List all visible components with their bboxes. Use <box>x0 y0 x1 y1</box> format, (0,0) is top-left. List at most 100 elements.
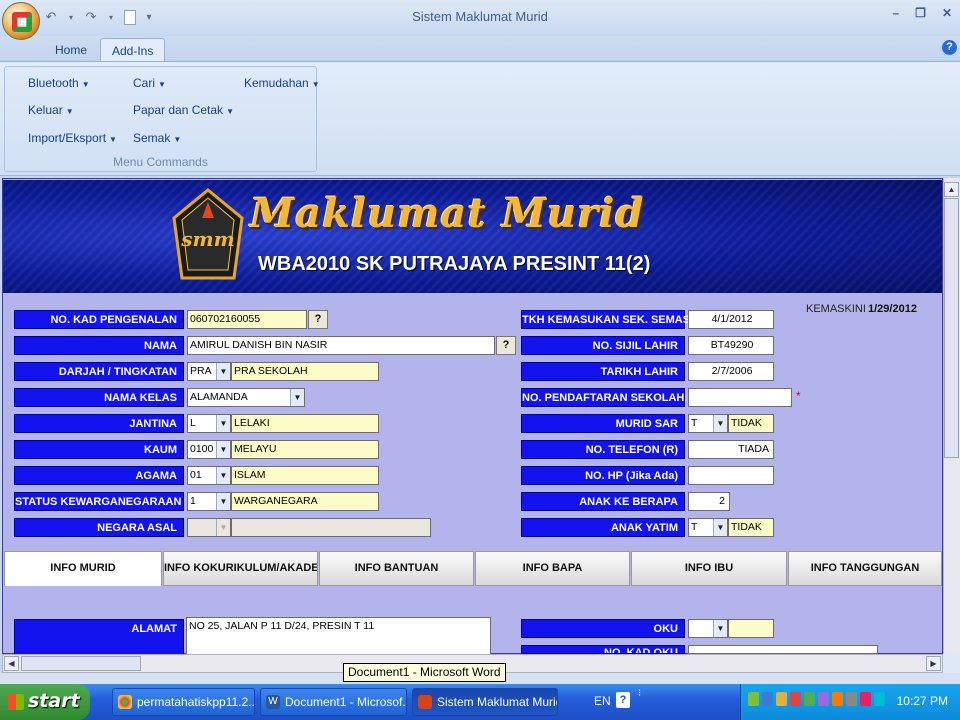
input-no-kad[interactable]: 060702160055 <box>187 310 307 329</box>
label-darjah: DARJAH / TINGKATAN <box>14 362 184 381</box>
input-nama[interactable]: AMIRUL DANISH BIN NASIR <box>187 336 495 355</box>
chevron-down-icon[interactable]: ▼ <box>216 467 230 484</box>
school-name: WBA2010 SK PUTRAJAYA PRESINT 11(2) <box>258 253 651 275</box>
volume-icon[interactable] <box>776 692 787 706</box>
tab-info-tanggungan[interactable]: INFO TANGGUNGAN <box>788 551 942 586</box>
text-kaum: MELAYU <box>231 440 379 459</box>
select-nama-kelas[interactable]: ALAMANDA ▼ <box>187 388 305 407</box>
bluetooth-icon[interactable] <box>762 692 773 706</box>
network-icon[interactable] <box>748 692 759 706</box>
select-kaum[interactable]: 0100 ▼ <box>187 440 231 459</box>
tab-home[interactable]: Home <box>44 38 98 62</box>
select-anak-yatim[interactable]: T ▼ <box>688 518 728 537</box>
lookup-button-nama[interactable]: ? <box>496 336 516 355</box>
chevron-down-icon[interactable]: ▼ <box>713 519 727 536</box>
chevron-down-icon[interactable]: ▼ <box>216 415 230 432</box>
menu-papar-dan-cetak[interactable]: Papar dan Cetak ▼ <box>133 103 234 117</box>
menu-import-eksport[interactable]: Import/Eksport ▼ <box>28 131 117 145</box>
input-tarikh-lahir[interactable]: 2/7/2006 <box>688 362 774 381</box>
select-oku[interactable]: ▼ <box>688 619 728 638</box>
antivirus-icon[interactable] <box>804 692 815 706</box>
select-agama[interactable]: 01 ▼ <box>187 466 231 485</box>
select-negara-asal[interactable]: ▼ <box>187 518 231 537</box>
text-agama: ISLAM <box>231 466 379 485</box>
update-icon[interactable] <box>832 692 843 706</box>
chevron-down-icon[interactable]: ▼ <box>290 389 304 406</box>
input-no-telefon[interactable]: TIADA <box>688 440 774 459</box>
restore-icon[interactable]: ❐ <box>915 6 926 20</box>
tab-info-bantuan[interactable]: INFO BANTUAN <box>319 551 474 586</box>
security-icon[interactable] <box>790 692 801 706</box>
label-anak-yatim: ANAK YATIM <box>521 518 685 537</box>
tab-info-kokurikulum[interactable]: INFO KOKURIKULUM/AKADEMIK <box>163 551 318 586</box>
display-icon[interactable] <box>818 692 829 706</box>
label-oku: OKU <box>521 619 685 638</box>
banner-title: Maklumat Murid <box>250 190 645 237</box>
input-no-hp[interactable] <box>688 466 774 485</box>
menu-bluetooth[interactable]: Bluetooth ▼ <box>28 76 90 90</box>
help-tray-icon[interactable]: ? <box>616 692 630 708</box>
task-sistem-maklumat[interactable]: Sistem Maklumat Murid <box>412 688 558 716</box>
group-caption: Menu Commands <box>113 155 208 169</box>
label-nama: NAMA <box>14 336 184 355</box>
kemaskini-date: 1/29/2012 <box>868 303 917 315</box>
tab-info-bapa[interactable]: INFO BAPA <box>475 551 630 586</box>
chevron-down-icon[interactable]: ▼ <box>713 415 727 432</box>
office-button[interactable]: ▦ <box>2 2 40 40</box>
input-alamat[interactable]: NO 25, JALAN P 11 D/24, PRESIN T 11 <box>186 617 491 655</box>
access-icon <box>418 695 432 709</box>
chevron-down-icon[interactable]: ▼ <box>713 620 727 637</box>
menu-semak[interactable]: Semak ▼ <box>133 131 181 145</box>
help-icon[interactable]: ? <box>942 40 957 55</box>
language-indicator[interactable]: EN <box>594 694 611 708</box>
input-no-kad-oku[interactable] <box>688 645 878 654</box>
input-anak-ke-berapa[interactable]: 2 <box>688 492 730 511</box>
vertical-scrollbar[interactable]: ▲ <box>943 178 960 654</box>
task-browser[interactable]: permatahatiskpp11.2... <box>112 688 255 716</box>
label-status-kewarganegaraan: STATUS KEWARGANEGARAAN <box>14 492 184 511</box>
tab-add-ins[interactable]: Add-Ins <box>100 38 166 62</box>
minimize-icon[interactable]: – <box>892 6 899 20</box>
label-tarikh-lahir: TARIKH LAHIR <box>521 362 685 381</box>
tab-info-murid[interactable]: INFO MURID <box>4 551 162 586</box>
scroll-right-icon[interactable]: ▶ <box>926 656 941 671</box>
input-no-pendaftaran[interactable] <box>688 388 792 407</box>
chevron-down-icon: ▼ <box>158 80 166 89</box>
chevron-down-icon[interactable]: ▼ <box>216 493 230 510</box>
chevron-down-icon[interactable]: ▼ <box>216 441 230 458</box>
menu-cari[interactable]: Cari ▼ <box>133 76 166 90</box>
label-anak-ke-berapa: ANAK KE BERAPA <box>521 492 685 511</box>
lookup-button-no-kad[interactable]: ? <box>308 310 328 329</box>
windows-flag-icon <box>8 694 24 710</box>
text-jantina: LELAKI <box>231 414 379 433</box>
media-icon[interactable] <box>860 692 871 706</box>
menu-kemudahan[interactable]: Kemudahan ▼ <box>244 76 320 90</box>
label-alamat: ALAMAT <box>14 619 184 655</box>
chevron-down-icon[interactable]: ▼ <box>216 363 230 380</box>
chevron-down-icon: ▼ <box>81 80 90 89</box>
language-bar-options-icon[interactable]: ⁝ <box>638 689 641 699</box>
scroll-up-icon[interactable]: ▲ <box>944 182 959 197</box>
select-murid-sar[interactable]: T ▼ <box>688 414 728 433</box>
close-icon[interactable]: ✕ <box>942 6 952 20</box>
tab-info-ibu[interactable]: INFO IBU <box>631 551 787 586</box>
label-no-sijil-lahir: NO. SIJIL LAHIR <box>521 336 685 355</box>
menu-keluar[interactable]: Keluar ▼ <box>28 103 74 117</box>
scroll-left-icon[interactable]: ◀ <box>4 656 19 671</box>
chrome-icon <box>118 695 132 709</box>
battery-icon[interactable] <box>846 692 857 706</box>
clock[interactable]: 10:27 PM <box>897 694 948 708</box>
start-button[interactable]: start <box>0 684 90 720</box>
select-status-kewarganegaraan[interactable]: 1 ▼ <box>187 492 231 511</box>
scroll-thumb[interactable] <box>944 198 959 458</box>
select-darjah[interactable]: PRA ▼ <box>187 362 231 381</box>
smm-logo: smm <box>172 188 244 280</box>
chevron-down-icon: ▼ <box>65 107 74 116</box>
input-tkh-kemasukan[interactable]: 4/1/2012 <box>688 310 774 329</box>
usb-icon[interactable] <box>874 692 885 706</box>
task-word[interactable]: W Document1 - Microsof... <box>260 688 407 716</box>
input-no-sijil-lahir[interactable]: BT49290 <box>688 336 774 355</box>
label-tkh-kemasukan: TKH KEMASUKAN SEK. SEMASA <box>521 310 698 329</box>
select-jantina[interactable]: L ▼ <box>187 414 231 433</box>
scroll-thumb[interactable] <box>21 656 141 671</box>
